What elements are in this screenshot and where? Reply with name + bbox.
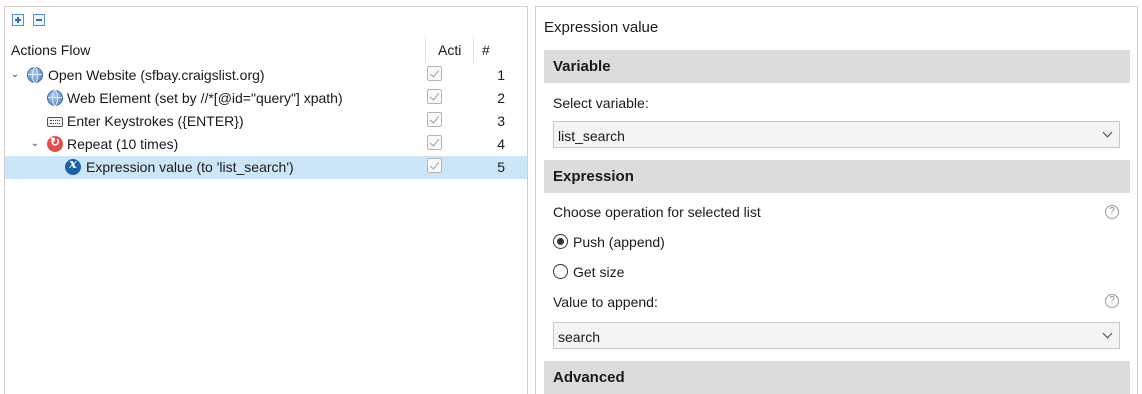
section-expression-label: Expression — [553, 168, 634, 185]
tree-row-label: Open Website (sfbay.craigslist.org) — [48, 67, 265, 83]
tree-row-label: Repeat (10 times) — [67, 136, 179, 152]
value-select[interactable]: search — [553, 322, 1120, 349]
column-actions-flow[interactable]: Actions Flow — [11, 42, 90, 58]
radio-button-checked[interactable] — [553, 234, 568, 249]
value-select-value: search — [558, 329, 601, 345]
tree-column-header: Actions Flow Acti # — [5, 37, 527, 63]
active-checkbox[interactable] — [427, 66, 442, 81]
active-checkbox[interactable] — [427, 158, 442, 173]
radio-label: Push (append) — [573, 234, 665, 250]
section-expression[interactable]: Expression — [544, 160, 1130, 193]
row-number: 2 — [497, 90, 505, 106]
column-number[interactable]: # — [473, 37, 529, 63]
section-variable-label: Variable — [553, 58, 611, 75]
actions-flow-panel: Actions Flow Acti # ⌄ Open Website (sfba… — [4, 6, 528, 394]
column-active[interactable]: Acti — [425, 37, 473, 63]
tree-row-label: Web Element (set by //*[@id="query"] xpa… — [67, 90, 343, 106]
globe-icon — [47, 90, 63, 106]
tree-toolbar — [5, 7, 527, 33]
section-advanced[interactable]: Advanced — [544, 361, 1130, 394]
chevron-down-icon[interactable]: ⌄ — [9, 68, 21, 82]
expand-all-icon[interactable] — [12, 14, 24, 26]
variable-select-value: list_search — [558, 128, 625, 144]
row-number: 4 — [497, 136, 505, 152]
help-icon[interactable]: ? — [1105, 205, 1119, 219]
globe-icon — [27, 67, 43, 83]
row-number: 3 — [497, 113, 505, 129]
actions-tree: ⌄ Open Website (sfbay.craigslist.org) 1 … — [5, 64, 527, 179]
tree-row-open-website[interactable]: ⌄ Open Website (sfbay.craigslist.org) 1 — [5, 64, 527, 87]
radio-button[interactable] — [553, 264, 568, 279]
help-icon[interactable]: ? — [1105, 294, 1119, 308]
keyboard-icon — [47, 117, 63, 127]
tree-row-expression-value[interactable]: Expression value (to 'list_search') 5 — [5, 156, 527, 179]
chevron-down-icon — [1101, 328, 1115, 342]
value-to-append-label: Value to append: — [553, 294, 658, 310]
tree-row-label: Enter Keystrokes ({ENTER}) — [67, 113, 244, 129]
tree-row-enter-keystrokes[interactable]: Enter Keystrokes ({ENTER}) 3 — [5, 110, 527, 133]
tree-row-web-element[interactable]: Web Element (set by //*[@id="query"] xpa… — [5, 87, 527, 110]
expression-editor-panel: Expression value Variable Select variabl… — [535, 6, 1138, 394]
section-advanced-label: Advanced — [553, 369, 625, 386]
select-variable-label: Select variable: — [553, 95, 649, 111]
active-checkbox[interactable] — [427, 135, 442, 150]
chevron-down-icon[interactable]: ⌄ — [29, 137, 41, 151]
active-checkbox[interactable] — [427, 89, 442, 104]
collapse-all-icon[interactable] — [33, 14, 45, 26]
chevron-down-icon — [1101, 127, 1115, 141]
tree-row-label: Expression value (to 'list_search') — [86, 159, 294, 175]
row-number: 5 — [497, 159, 505, 175]
radio-label: Get size — [573, 264, 625, 280]
row-number: 1 — [497, 67, 505, 83]
active-checkbox[interactable] — [427, 112, 442, 127]
operation-label: Choose operation for selected list — [553, 204, 761, 220]
repeat-icon — [47, 135, 63, 152]
tree-row-repeat[interactable]: ⌄ Repeat (10 times) 4 — [5, 133, 527, 156]
expression-icon — [65, 157, 81, 175]
editor-title: Expression value — [544, 19, 659, 36]
variable-select[interactable]: list_search — [553, 121, 1120, 148]
section-variable[interactable]: Variable — [544, 50, 1130, 83]
